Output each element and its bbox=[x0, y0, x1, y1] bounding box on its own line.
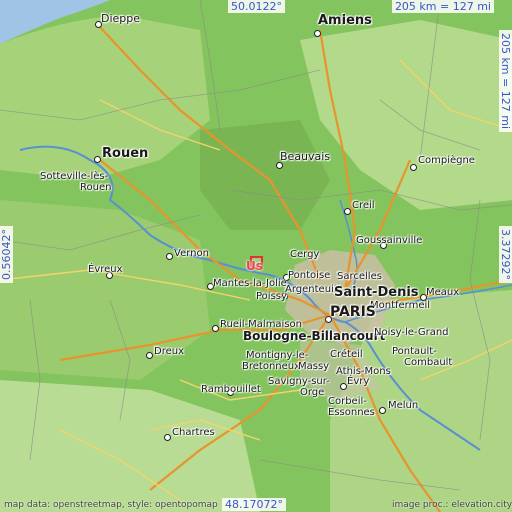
scale-vertical-label: 205 km = 127 mi bbox=[499, 30, 512, 133]
city-label-argenteuil: Argenteuil bbox=[285, 284, 337, 295]
city-label-sotteville-rouen: Rouen bbox=[80, 182, 112, 193]
city-label-poissy: Poissy bbox=[256, 291, 287, 302]
latitude-bottom-label: 48.17072° bbox=[222, 498, 286, 511]
city-dot bbox=[146, 352, 153, 359]
city-label-creteil: Créteil bbox=[330, 349, 363, 360]
city-label-creil: Creil bbox=[352, 200, 375, 211]
city-label-goussainville: Goussainville bbox=[356, 235, 423, 246]
city-label-sarcelles: Sarcelles bbox=[337, 271, 382, 282]
city-label-amiens: Amiens bbox=[318, 13, 372, 28]
city-label-orge: Orge bbox=[300, 387, 325, 398]
city-dot bbox=[212, 325, 219, 332]
attribution-image-proc: image proc.: elevation.city bbox=[392, 500, 512, 510]
city-dot bbox=[379, 407, 386, 414]
city-dot bbox=[344, 208, 351, 215]
city-label-vernon: Vernon bbox=[174, 248, 209, 259]
city-label-cergy: Cergy bbox=[290, 249, 320, 260]
city-dot bbox=[314, 30, 321, 37]
city-label-beauvais: Beauvais bbox=[280, 150, 331, 163]
city-label-dreux: Dreux bbox=[154, 346, 184, 357]
city-label-evreux: Évreux bbox=[88, 264, 123, 275]
longitude-right-label: 3.37292° bbox=[499, 226, 512, 283]
location-marker-label: Us bbox=[246, 259, 263, 273]
city-label-melun: Melun bbox=[388, 400, 419, 411]
city-label-massy: Massy bbox=[298, 361, 330, 372]
city-label-boulogne: Boulogne-Billancourt bbox=[243, 329, 386, 343]
attribution-map-data: map data: openstreetmap, style: opentopo… bbox=[4, 500, 218, 510]
city-label-saint-denis: Saint-Denis bbox=[334, 285, 419, 300]
city-dot bbox=[276, 162, 283, 169]
city-label-rouen: Rouen bbox=[102, 146, 149, 161]
city-label-montigny: Montigny-le- bbox=[246, 350, 309, 361]
city-label-rambouillet: Rambouillet bbox=[201, 384, 261, 395]
city-label-evry: Évry bbox=[347, 376, 370, 387]
city-label-savigny: Savigny-sur- bbox=[268, 376, 330, 387]
city-dot bbox=[166, 253, 173, 260]
city-dot bbox=[410, 164, 417, 171]
city-label-corbeil: Corbeil- bbox=[328, 396, 367, 407]
city-label-pontault: Pontault- bbox=[392, 346, 437, 357]
topographic-map[interactable]: 50.0122° 48.17072° 0.56042° 3.37292° 205… bbox=[0, 0, 512, 512]
city-label-chartres: Chartres bbox=[172, 427, 215, 438]
city-label-essonnes: Essonnes bbox=[328, 407, 375, 418]
city-label-paris: PARIS bbox=[330, 304, 376, 320]
city-dot bbox=[164, 434, 171, 441]
city-dot bbox=[340, 383, 347, 390]
latitude-top-label: 50.0122° bbox=[228, 0, 285, 13]
city-label-mantes: Mantes-la-Jolie bbox=[213, 278, 287, 289]
city-label-bretonneux: Bretonneux bbox=[242, 361, 301, 372]
scale-horizontal-label: 205 km = 127 mi bbox=[391, 0, 494, 13]
city-label-dieppe: Dieppe bbox=[101, 12, 141, 25]
city-label-pontoise: Pontoise bbox=[288, 270, 331, 281]
longitude-left-label: 0.56042° bbox=[0, 226, 13, 283]
city-label-montfermeil: Montfermeil bbox=[370, 300, 431, 311]
city-dot bbox=[94, 156, 101, 163]
city-label-sotteville: Sotteville-lès- bbox=[40, 171, 109, 182]
city-label-meaux: Meaux bbox=[426, 287, 460, 298]
city-label-compiegne: Compiègne bbox=[418, 155, 475, 166]
city-label-noisy: Noisy-le-Grand bbox=[374, 327, 449, 338]
city-label-combault: Combault bbox=[404, 357, 453, 368]
